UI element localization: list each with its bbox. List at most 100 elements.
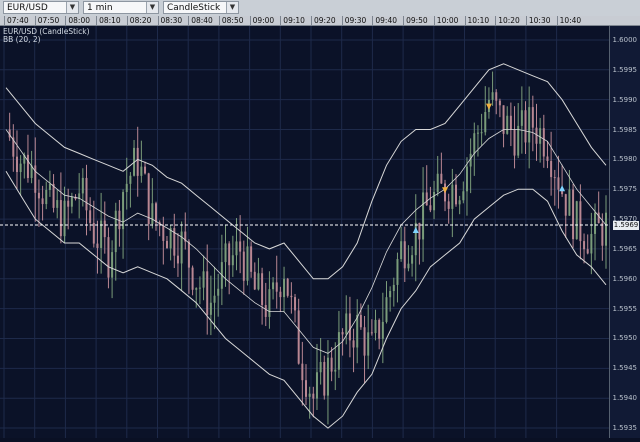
candle-body [341, 332, 344, 335]
candle-body [458, 200, 461, 205]
candle-body [297, 310, 300, 364]
candle-body [140, 166, 143, 176]
candle-body [594, 212, 597, 234]
candle-body [495, 92, 498, 101]
candle-body [498, 100, 501, 106]
candle-body [217, 288, 220, 296]
candle-body [85, 177, 88, 211]
price-label: 1.5995 [612, 65, 638, 74]
symbol-select[interactable]: EUR/USD ▼ [3, 1, 79, 14]
time-label: 08:00 [68, 16, 91, 25]
candle-body [392, 284, 395, 292]
candle-body [411, 255, 414, 264]
candle-body [509, 115, 512, 130]
candle-body [308, 393, 311, 397]
candle-body [323, 361, 326, 396]
candle-body [403, 241, 406, 269]
candle-body [319, 361, 322, 373]
candle-body [425, 192, 428, 206]
candle-body [513, 129, 516, 156]
time-label: 08:10 [99, 16, 121, 25]
chevron-down-icon[interactable]: ▼ [146, 2, 158, 13]
candle-body [531, 107, 534, 128]
candle-body [568, 189, 571, 216]
candle-body [389, 291, 392, 298]
candle-body [586, 249, 589, 254]
candle-body [111, 252, 114, 278]
candle-body [590, 233, 593, 254]
candle-body [385, 297, 388, 322]
chevron-down-icon[interactable]: ▼ [66, 2, 78, 13]
candle-body [447, 201, 450, 209]
candle-body [378, 319, 381, 339]
candle-body [451, 184, 454, 209]
time-label: 10:20 [498, 16, 520, 25]
candle-body [290, 295, 293, 298]
chevron-down-icon[interactable]: ▼ [226, 2, 238, 13]
candle-body [103, 220, 106, 238]
candle-body [206, 271, 209, 315]
time-label: 09:30 [344, 16, 367, 25]
time-label: 07:40 [7, 16, 29, 25]
time-label: 10:40 [559, 16, 582, 25]
chart-toolbar: EUR/USD ▼ 1 min ▼ CandleStick ▼ [0, 0, 640, 17]
time-label: 08:50 [221, 16, 244, 25]
candle-body [246, 246, 249, 281]
price-label: 1.5955 [612, 304, 638, 313]
interval-select[interactable]: 1 min ▼ [83, 1, 159, 14]
candle-body [422, 192, 425, 240]
candle-body [272, 282, 275, 290]
candle-body [337, 332, 340, 370]
candle-body [155, 203, 157, 223]
candle-body [114, 210, 117, 253]
price-chart[interactable]: EUR/USD (CandleStick) BB (20, 2) [0, 26, 640, 438]
candle-body [286, 278, 289, 296]
candle-body [359, 314, 362, 328]
candle-body [92, 222, 95, 244]
candle-body [283, 278, 286, 298]
candle-body [67, 200, 70, 207]
candle-body [96, 243, 99, 248]
candle-body [605, 212, 607, 246]
candle-body [520, 110, 523, 126]
time-label: 08:40 [191, 16, 213, 25]
time-label: 09:20 [314, 16, 336, 25]
candle-body [400, 241, 403, 260]
candle-body [506, 115, 509, 134]
price-label: 1.5950 [612, 334, 638, 343]
candle-body [579, 201, 582, 242]
candle-body [213, 295, 216, 303]
price-label: 1.5980 [612, 155, 638, 164]
candle-body [370, 332, 373, 334]
time-label: 09:10 [283, 16, 305, 25]
candle-body [542, 128, 545, 157]
candle-body [250, 246, 253, 272]
price-label: 1.6000 [612, 35, 638, 44]
candle-body [473, 133, 476, 154]
chart-type-select[interactable]: CandleStick ▼ [163, 1, 239, 14]
time-label: 10:30 [528, 16, 551, 25]
candle-body [374, 319, 377, 334]
candle-body [191, 267, 194, 290]
candle-body [484, 111, 487, 133]
candle-body [136, 147, 139, 176]
candle-body [352, 340, 355, 348]
candle-body [597, 212, 600, 224]
candle-body [301, 363, 304, 381]
price-label: 1.5990 [612, 95, 638, 104]
candle-body [63, 200, 66, 237]
candle-body [264, 304, 267, 317]
candle-body [305, 380, 307, 397]
time-label: 10:00 [436, 16, 459, 25]
candle-body [524, 110, 527, 143]
candle-body [235, 241, 238, 256]
time-label: 08:20 [129, 16, 152, 25]
candle-body [70, 196, 73, 207]
candle-body [564, 194, 567, 216]
candle-body [312, 393, 315, 399]
candle-body [45, 189, 48, 205]
candle-body [330, 357, 333, 372]
candle-body [601, 223, 604, 246]
candle-body [433, 191, 436, 211]
candlestick-chart [0, 26, 610, 438]
